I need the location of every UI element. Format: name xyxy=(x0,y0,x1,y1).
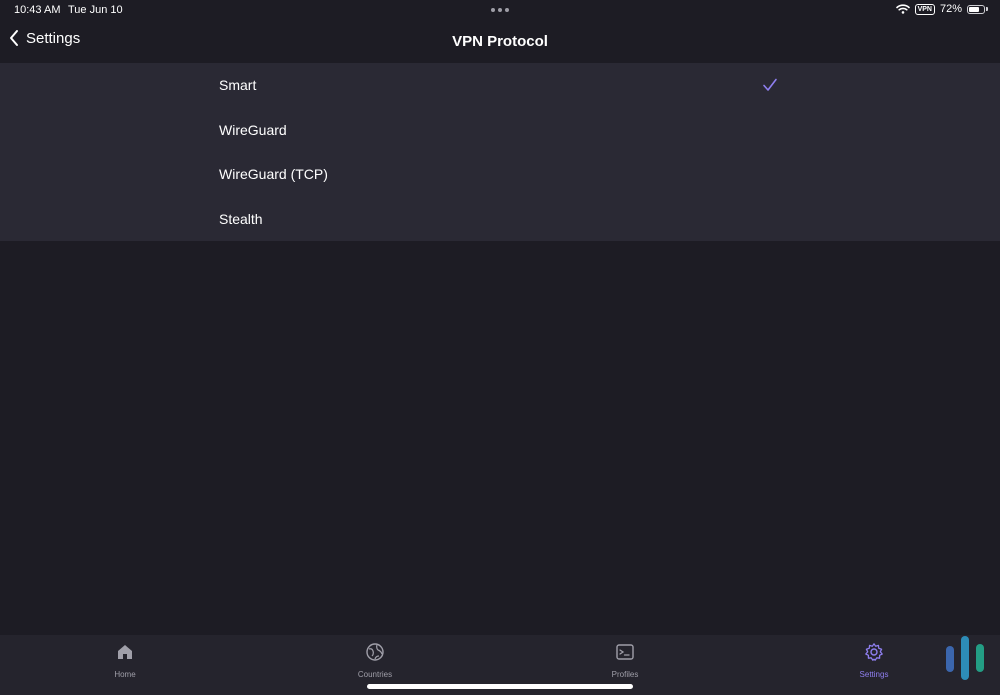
protocol-label: WireGuard (TCP) xyxy=(219,166,328,183)
vpn-badge: VPN xyxy=(914,3,935,15)
checkmark-icon xyxy=(763,78,777,92)
tab-home[interactable]: Home xyxy=(85,642,165,679)
protocol-option-wireguard[interactable]: WireGuard xyxy=(0,108,1000,153)
battery-tip xyxy=(986,7,988,11)
globe-icon xyxy=(366,643,384,661)
screen: 10:43 AM Tue Jun 10 VPN 72% Settings VPN… xyxy=(0,0,1000,695)
tab-countries[interactable]: Countries xyxy=(335,642,415,679)
wifi-icon xyxy=(895,4,910,14)
protocol-label: WireGuard xyxy=(219,121,287,138)
battery-percent: 72% xyxy=(939,3,962,15)
tab-label: Home xyxy=(114,670,136,679)
protocol-option-stealth[interactable]: Stealth xyxy=(0,197,1000,242)
tab-profiles[interactable]: Profiles xyxy=(585,642,665,679)
protocol-list: Smart WireGuard WireGuard (TCP) Stealth xyxy=(0,63,1000,241)
status-date: Tue Jun 10 xyxy=(68,4,123,16)
navigation-bar: Settings VPN Protocol xyxy=(0,20,1000,63)
status-time: 10:43 AM xyxy=(14,4,61,16)
protocol-option-smart[interactable]: Smart xyxy=(0,63,1000,108)
protocol-label: Smart xyxy=(219,77,257,94)
home-icon xyxy=(118,645,132,659)
tab-settings[interactable]: Settings xyxy=(834,642,914,679)
protocol-label: Stealth xyxy=(219,210,263,227)
tab-label: Settings xyxy=(859,670,889,679)
home-indicator[interactable] xyxy=(367,684,633,689)
page-title: VPN Protocol xyxy=(452,33,548,50)
tab-label: Profiles xyxy=(611,670,639,679)
protocol-option-wireguard-tcp[interactable]: WireGuard (TCP) xyxy=(0,152,1000,197)
tab-label: Countries xyxy=(357,670,393,679)
status-bar: 10:43 AM Tue Jun 10 VPN 72% xyxy=(0,0,1000,20)
brand-watermark-icon xyxy=(946,636,984,680)
multitasking-dots-icon[interactable] xyxy=(491,8,509,12)
gear-icon xyxy=(865,643,883,661)
profiles-icon xyxy=(616,644,634,660)
status-indicators: VPN 72% xyxy=(895,3,988,15)
battery-icon xyxy=(967,4,985,14)
